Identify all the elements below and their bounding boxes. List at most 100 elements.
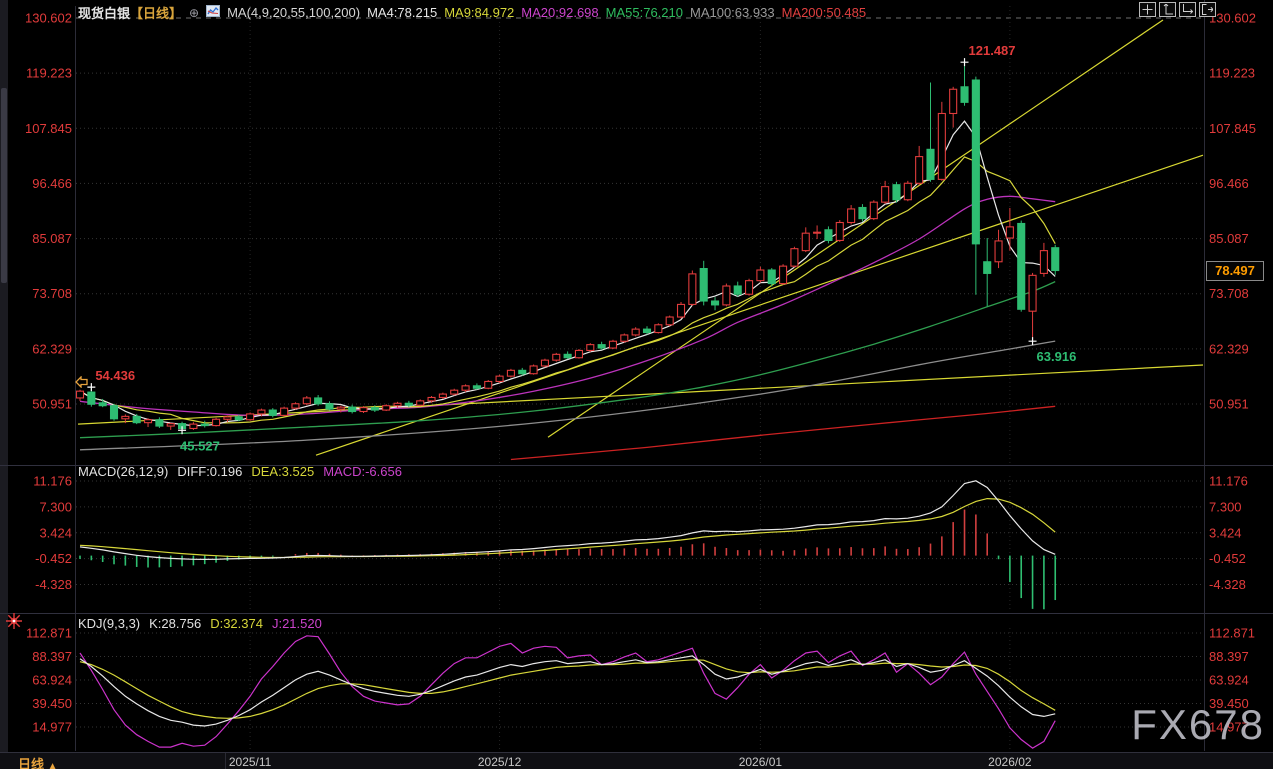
ma100-value: MA100:63.933	[690, 5, 775, 20]
candle	[870, 202, 877, 218]
candle	[122, 416, 129, 418]
kdj-axis-label: 39.450	[32, 696, 72, 711]
macd-dea-value: DEA:3.525	[251, 464, 314, 479]
candle	[473, 386, 480, 388]
watermark: FX678	[1131, 701, 1265, 749]
trendlines	[78, 20, 1203, 455]
macd-axis-label: 7.300	[39, 499, 72, 514]
candle	[882, 187, 889, 203]
candle	[315, 398, 322, 404]
candle	[553, 354, 560, 360]
kdj-d-value: D:32.374	[210, 616, 263, 631]
candle	[564, 354, 571, 357]
candle	[507, 370, 514, 376]
mini-chart-icon[interactable]	[206, 5, 220, 20]
exit-chart-icon[interactable]	[1199, 2, 1216, 17]
candle	[133, 416, 140, 422]
price-axis-label: 73.708	[1209, 286, 1249, 301]
macd-axis-label: 3.424	[1209, 525, 1242, 540]
period-tag: 【日线】	[130, 6, 182, 21]
candle	[621, 335, 628, 341]
macd-panel	[80, 481, 1055, 609]
price-axis-label: 62.329	[1209, 341, 1249, 356]
time-axis-bar: 日线 ▲ 2025/112025/122026/012026/02	[0, 752, 1273, 769]
macd-hist-value: MACD:-6.656	[323, 464, 402, 479]
candle	[519, 370, 526, 373]
trendline[interactable]	[316, 155, 1203, 455]
candle	[984, 262, 991, 274]
trading-chart-window: 130.602130.602119.223119.223107.845107.8…	[0, 0, 1273, 769]
candle	[916, 157, 923, 184]
candle	[689, 274, 696, 305]
candle	[201, 424, 208, 425]
candle	[394, 403, 401, 405]
macd-axis-label: 7.300	[1209, 499, 1242, 514]
kdj-j-value: J:21.520	[272, 616, 322, 631]
candle	[371, 408, 378, 410]
candle	[485, 381, 492, 388]
macd-axis-label: 3.424	[39, 525, 72, 540]
candle	[814, 232, 821, 233]
candle	[746, 281, 753, 295]
candle	[292, 404, 299, 408]
candle	[802, 233, 809, 250]
candle	[1018, 223, 1025, 309]
dea-line	[80, 499, 1055, 558]
candle	[938, 113, 945, 179]
x-axis-label: 2025/12	[478, 755, 521, 769]
price-marker-arrow[interactable]	[75, 375, 88, 393]
price-annotation: 45.527	[180, 438, 220, 453]
chart-canvas[interactable]: 130.602130.602119.223119.223107.845107.8…	[0, 0, 1273, 769]
kdj-title: KDJ(9,3,3)	[78, 616, 140, 631]
diff-line	[80, 481, 1055, 560]
candle	[859, 207, 866, 218]
price-axis-label: 107.845	[25, 121, 72, 136]
candle	[530, 366, 537, 374]
candle	[224, 417, 231, 419]
candle	[383, 406, 390, 410]
macd-title: MACD(26,12,9)	[78, 464, 168, 479]
current-price-badge: 78.497	[1206, 261, 1264, 281]
macd-axis-label: -0.452	[1209, 551, 1246, 566]
add-indicator-icon[interactable]: ⊕	[189, 6, 199, 20]
candle	[428, 397, 435, 400]
trendline[interactable]	[548, 20, 1163, 437]
price-annotation: 54.436	[95, 368, 135, 383]
candle	[712, 301, 719, 305]
candle	[904, 183, 911, 199]
candle	[995, 241, 1002, 262]
candle	[734, 286, 741, 294]
candle	[281, 408, 288, 415]
candle	[417, 401, 424, 405]
macd-axis-label: -4.328	[1209, 577, 1246, 592]
price-axis-label: 50.951	[1209, 397, 1249, 412]
alert-icon[interactable]	[5, 612, 23, 630]
kdj-axis-label: 88.397	[1209, 649, 1249, 664]
candle	[349, 407, 356, 411]
price-axis-label: 50.951	[32, 397, 72, 412]
candle	[825, 230, 832, 241]
crosshair-move-icon[interactable]	[1139, 2, 1156, 17]
price-axis-label: 62.329	[32, 341, 72, 356]
price-axis-label: 107.845	[1209, 121, 1256, 136]
macd-axis-label: 11.176	[33, 474, 72, 489]
candle	[780, 266, 787, 283]
candle	[836, 223, 843, 241]
candle	[644, 329, 651, 332]
symbol-name: 现货白银	[78, 6, 130, 21]
kdj-panel	[80, 636, 1055, 748]
kdj-axis-label: 112.871	[26, 626, 72, 641]
price-axis-label: 119.223	[1209, 66, 1255, 81]
price-axis-label: 73.708	[32, 286, 72, 301]
macd-axis-label: -0.452	[35, 551, 72, 566]
price-axis-label: 119.223	[26, 66, 72, 81]
x-axis-scale-icon[interactable]	[1179, 2, 1196, 17]
candle	[961, 87, 968, 103]
period-selector[interactable]: 日线 ▲	[18, 754, 58, 769]
y-axis-scale-icon[interactable]	[1159, 2, 1176, 17]
ma55-value: MA55:76.210	[606, 5, 683, 20]
candle	[678, 304, 685, 317]
candle	[666, 317, 673, 325]
candle	[950, 89, 957, 113]
kdj-axis-label: 14.977	[32, 720, 72, 735]
